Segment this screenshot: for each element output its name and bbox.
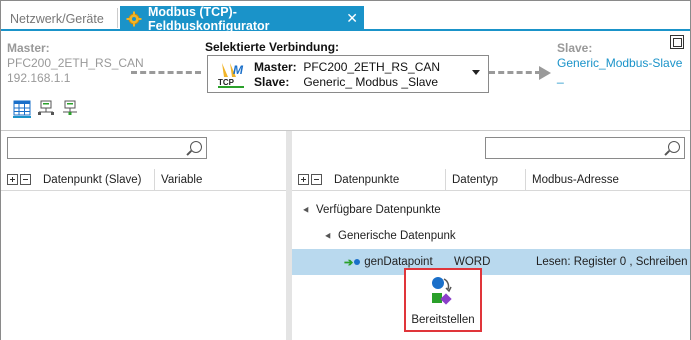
network-view-alt-icon[interactable] [61, 100, 79, 118]
selected-slave-label: Slave: [254, 75, 290, 89]
tab-modbus-configurator[interactable]: Modbus (TCP)-Feldbuskonfigurator ✕ [120, 4, 364, 33]
search-icon[interactable] [668, 141, 680, 153]
expand-triangle-icon[interactable] [303, 206, 311, 214]
column-datentyp[interactable]: Datentyp [446, 168, 526, 191]
left-panel: Datenpunkt (Slave) Variable [1, 131, 286, 340]
gear-icon [126, 11, 142, 27]
deploy-icon [432, 277, 452, 305]
connection-arrow [539, 66, 551, 80]
view-switcher [13, 100, 79, 118]
network-view-icon[interactable] [37, 100, 55, 118]
selected-master-row: Master: PFC200_2ETH_RS_CAN [254, 60, 440, 74]
connection-line-left [131, 71, 201, 74]
master-title: Master: [7, 41, 50, 55]
maximize-icon[interactable] [670, 35, 684, 49]
right-panel: Datenpunkte Datentyp Modbus-Adresse Verf… [292, 131, 690, 340]
datapoint-icon: ➔ [344, 256, 361, 269]
tab-network-devices[interactable]: Netzwerk/Geräte [4, 6, 110, 31]
tree-node-available-datapoints[interactable]: Verfügbare Datenpunkte [292, 197, 690, 223]
tree-node-generic-datapoints[interactable]: Generische Datenpunk [292, 223, 690, 249]
selected-connection-title: Selektierte Verbindung: [205, 40, 340, 54]
connection-line-right [489, 71, 541, 74]
column-variable[interactable]: Variable [155, 169, 283, 191]
tree-node-gendatapoint[interactable]: ➔ genDatapoint WORD Lesen: Register 0 , … [292, 249, 690, 275]
tree-node-label: Generische Datenpunk [338, 230, 456, 242]
panels: Datenpunkt (Slave) Variable Datenpunkte … [1, 130, 690, 340]
selected-master-value: PFC200_2ETH_RS_CAN [303, 60, 441, 74]
logo-text: TCP [218, 78, 235, 87]
svg-text:M: M [233, 63, 244, 77]
expand-collapse-buttons [7, 174, 31, 185]
close-icon[interactable]: ✕ [346, 10, 358, 27]
right-search-field[interactable] [485, 137, 685, 159]
connection-header: Master: PFC200_2ETH_RS_CAN 192.168.1.1 S… [1, 33, 690, 129]
selected-master-label: Master: [254, 60, 297, 74]
datapoint-tree: Verfügbare Datenpunkte Generische Datenp… [292, 197, 690, 275]
tab-bar: Netzwerk/Geräte Modbus (TCP)-Feldbuskonf… [1, 1, 690, 33]
deploy-button[interactable]: Bereitstellen [404, 268, 482, 332]
column-datenpunkte[interactable]: Datenpunkte [328, 168, 446, 191]
search-icon[interactable] [190, 141, 202, 153]
selected-slave-row: Slave: Generic_ Modbus _Slave [254, 75, 438, 89]
column-modbus-adresse[interactable]: Modbus-Adresse [526, 169, 676, 191]
expand-triangle-icon[interactable] [325, 232, 333, 240]
tab-modbus-label: Modbus (TCP)-Feldbuskonfigurator [148, 4, 270, 33]
right-column-header: Datenpunkte Datentyp Modbus-Adresse [292, 168, 690, 191]
connection-select[interactable]: M TCP Master: PFC200_2ETH_RS_CAN Slave: … [207, 55, 489, 93]
modbus-tcp-logo-icon: M TCP [216, 59, 246, 89]
dropdown-caret-icon[interactable] [472, 70, 480, 75]
master-ip: 192.168.1.1 [7, 71, 71, 85]
deploy-label: Bereitstellen [411, 314, 475, 326]
expand-all-icon[interactable] [298, 174, 309, 185]
tree-node-label: genDatapoint [364, 256, 433, 268]
grid-view-icon[interactable] [13, 100, 31, 118]
collapse-all-icon[interactable] [311, 174, 322, 185]
tab-separator [117, 8, 118, 28]
master-name: PFC200_2ETH_RS_CAN [7, 56, 144, 70]
expand-all-icon[interactable] [7, 174, 18, 185]
slave-link[interactable]: Generic_Modbus-Slave _ [557, 56, 687, 84]
expand-collapse-buttons [298, 174, 322, 185]
left-column-header: Datenpunkt (Slave) Variable [1, 168, 286, 191]
tree-node-label: Verfügbare Datenpunkte [316, 204, 441, 216]
datapoint-type: WORD [454, 256, 491, 268]
left-search-field[interactable] [7, 137, 207, 159]
datapoint-address: Lesen: Register 0 , Schreiben: Reg [536, 256, 688, 268]
selected-slave-value: Generic_ Modbus _Slave [303, 75, 439, 89]
collapse-all-icon[interactable] [20, 174, 31, 185]
column-datenpunkt-slave[interactable]: Datenpunkt (Slave) [37, 168, 155, 191]
slave-title: Slave: [557, 41, 593, 55]
